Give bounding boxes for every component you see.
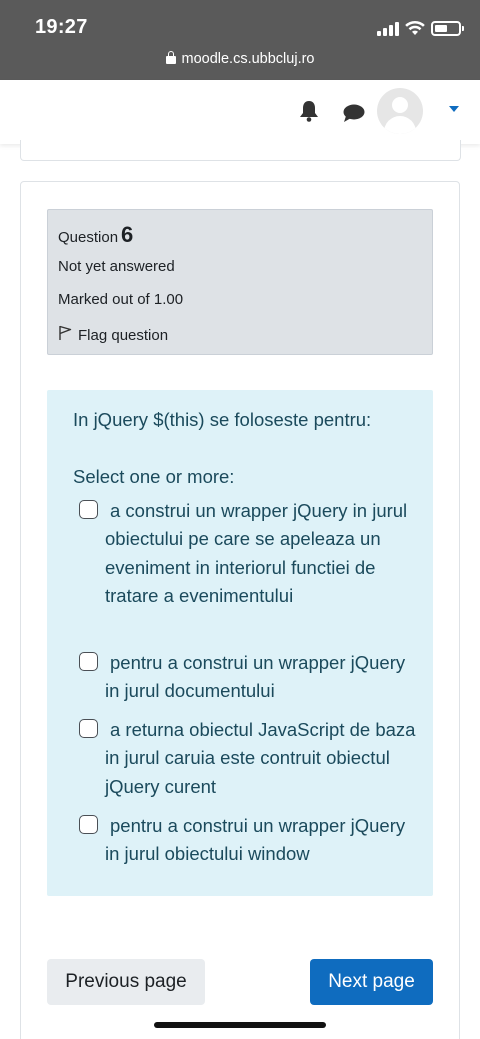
next-page-button[interactable]: Next page (310, 959, 433, 1005)
flag-icon (58, 325, 78, 345)
answer-checkbox-1[interactable] (79, 500, 98, 519)
answer-option-2[interactable]: pentru a construi un wrapper jQuery in j… (79, 649, 419, 706)
answer-option-3[interactable]: a returna obiectul JavaScript de baza in… (79, 716, 419, 801)
question-text: In jQuery $(this) se foloseste pentru: (73, 409, 372, 430)
question-grade: Marked out of 1.00 (58, 291, 184, 308)
answer-checkbox-2[interactable] (79, 652, 98, 671)
address-bar[interactable]: moodle.cs.ubbcluj.ro (0, 51, 480, 67)
question-state: Not yet answered (58, 258, 175, 275)
answer-option-4[interactable]: pentru a construi un wrapper jQuery in j… (79, 812, 419, 869)
cellular-signal-icon (377, 22, 399, 36)
question-formulation: In jQuery $(this) se foloseste pentru: S… (47, 390, 433, 896)
previous-section-card (20, 140, 461, 161)
previous-page-button[interactable]: Previous page (47, 959, 205, 1005)
question-number-value: 6 (121, 222, 134, 247)
answer-label-4[interactable]: pentru a construi un wrapper jQuery in j… (79, 812, 419, 869)
url-text: moodle.cs.ubbcluj.ro (181, 51, 315, 67)
answer-option-1[interactable]: a construi un wrapper jQuery in jurul ob… (79, 497, 419, 610)
answer-prompt: Select one or more: (73, 466, 235, 487)
answer-label-1[interactable]: a construi un wrapper jQuery in jurul ob… (79, 497, 419, 610)
wifi-icon (404, 19, 426, 37)
flag-question-link[interactable]: Flag question (58, 325, 168, 345)
question-info-panel: Question 6 Not yet answered Marked out of… (47, 209, 433, 355)
answer-checkbox-4[interactable] (79, 815, 98, 834)
question-number: Question 6 (58, 222, 134, 247)
battery-icon (431, 21, 464, 36)
flag-question-label: Flag question (78, 326, 169, 344)
lock-icon (165, 51, 176, 64)
status-bar: 19:27 moodle.cs.ubbcluj.ro (0, 0, 480, 80)
home-indicator (154, 1022, 326, 1028)
chat-icon[interactable] (342, 103, 366, 128)
answer-label-3[interactable]: a returna obiectul JavaScript de baza in… (79, 716, 419, 801)
status-time: 19:27 (35, 16, 88, 38)
answer-label-2[interactable]: pentru a construi un wrapper jQuery in j… (79, 649, 419, 706)
user-avatar[interactable] (377, 88, 423, 134)
answer-checkbox-3[interactable] (79, 719, 98, 738)
bell-icon[interactable] (299, 100, 319, 127)
caret-down-icon[interactable] (449, 106, 459, 112)
